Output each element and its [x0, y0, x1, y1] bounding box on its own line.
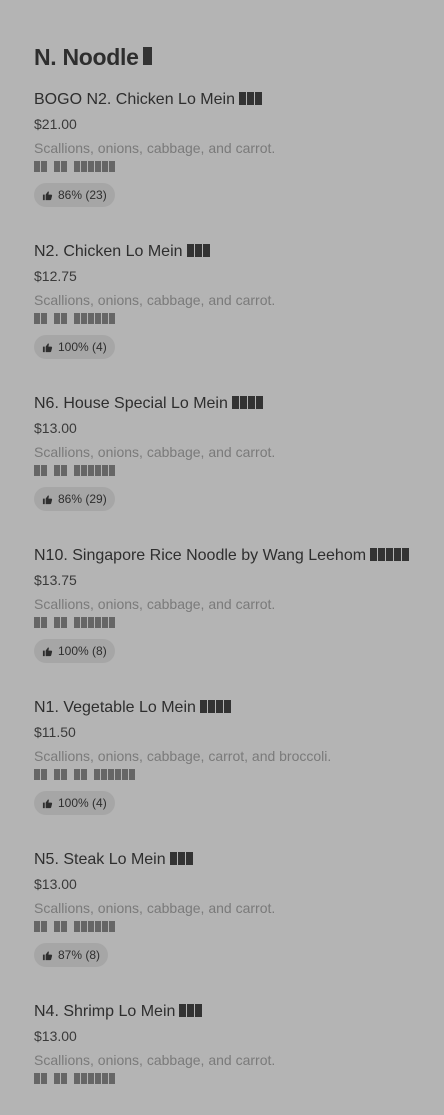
item-name: BOGO N2. Chicken Lo Mein [34, 90, 434, 110]
item-description-glyphs [34, 919, 434, 933]
rating-text: 100% (4) [58, 340, 107, 354]
section-title: N. Noodle [34, 44, 152, 71]
menu-item[interactable]: N10. Singapore Rice Noodle by Wang Leeho… [34, 546, 434, 663]
item-description: Scallions, onions, cabbage, and carrot. [34, 140, 276, 156]
item-description-glyphs [34, 463, 434, 477]
thumbs-up-icon [42, 646, 53, 656]
menu-item[interactable]: BOGO N2. Chicken Lo Mein $21.00 Scallions,… [34, 90, 434, 207]
section-title-glyph [142, 47, 152, 65]
item-description: Scallions, onions, cabbage, carrot, and … [34, 748, 332, 764]
item-price: $13.00 [34, 1028, 77, 1044]
item-description: Scallions, onions, cabbage, and carrot. [34, 596, 276, 612]
thumbs-up-icon [42, 494, 53, 504]
item-name-glyphs [179, 1004, 203, 1017]
item-description-glyphs [34, 311, 434, 325]
item-description: Scallions, onions, cabbage, and carrot. [34, 292, 276, 308]
item-price: $21.00 [34, 116, 77, 132]
rating-badge: 100% (4) [34, 791, 115, 815]
item-price: $13.00 [34, 420, 77, 436]
item-price: $13.00 [34, 876, 77, 892]
item-name: N5. Steak Lo Mein [34, 850, 434, 870]
item-price: $11.50 [34, 724, 76, 740]
item-price: $12.75 [34, 268, 77, 284]
item-description-glyphs [34, 1071, 434, 1085]
menu-item[interactable]: N6. House Special Lo Mein $13.00 Scallions… [34, 394, 434, 511]
rating-text: 100% (8) [58, 644, 107, 658]
rating-text: 100% (4) [58, 796, 107, 810]
thumbs-up-icon [42, 950, 53, 960]
item-name-glyphs [238, 92, 262, 105]
item-name: N1. Vegetable Lo Mein [34, 698, 434, 718]
rating-text: 86% (23) [58, 188, 107, 202]
rating-badge: 100% (8) [34, 639, 115, 663]
item-description: Scallions, onions, cabbage, and carrot. [34, 444, 276, 460]
rating-text: 87% (8) [58, 948, 101, 962]
item-description-glyphs [34, 615, 434, 629]
item-description-glyphs [34, 767, 434, 781]
menu-item[interactable]: N4. Shrimp Lo Mein $13.00 Scallions, onion… [34, 1002, 434, 1085]
menu-item[interactable]: N5. Steak Lo Mein $13.00 Scallions, onions… [34, 850, 434, 967]
item-name-glyphs [199, 700, 231, 713]
menu-section: N. Noodle BOGO N2. Chicken Lo Mein $21.00… [0, 0, 444, 1115]
item-description: Scallions, onions, cabbage, and carrot. [34, 900, 276, 916]
item-name: N10. Singapore Rice Noodle by Wang Leeho… [34, 546, 434, 566]
item-name-glyphs [231, 396, 263, 409]
item-name-glyphs [370, 548, 410, 561]
item-name: N2. Chicken Lo Mein [34, 242, 434, 262]
menu-item[interactable]: N1. Vegetable Lo Mein $11.50 Scallions, on… [34, 698, 434, 815]
rating-badge: 86% (23) [34, 183, 115, 207]
rating-text: 86% (29) [58, 492, 107, 506]
item-description-glyphs [34, 159, 434, 173]
rating-badge: 86% (29) [34, 487, 115, 511]
menu-item[interactable]: N2. Chicken Lo Mein $12.75 Scallions, onio… [34, 242, 434, 359]
thumbs-up-icon [42, 190, 53, 200]
item-name-glyphs [186, 244, 210, 257]
rating-badge: 87% (8) [34, 943, 109, 967]
item-description: Scallions, onions, cabbage, and carrot. [34, 1052, 276, 1068]
rating-badge: 100% (4) [34, 335, 115, 359]
item-name: N4. Shrimp Lo Mein [34, 1002, 434, 1022]
thumbs-up-icon [42, 798, 53, 808]
thumbs-up-icon [42, 342, 53, 352]
item-name: N6. House Special Lo Mein [34, 394, 434, 414]
item-price: $13.75 [34, 572, 77, 588]
item-name-glyphs [169, 852, 193, 865]
